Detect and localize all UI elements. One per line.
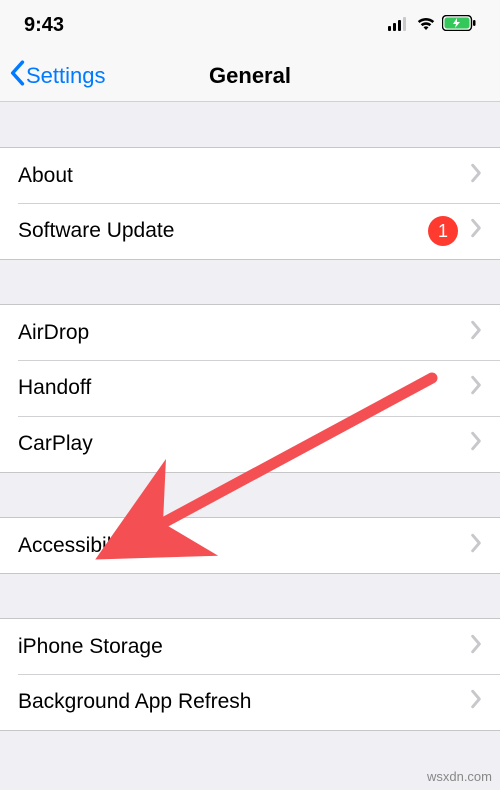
page-title: General [209, 63, 291, 89]
chevron-right-icon [470, 162, 482, 190]
back-button[interactable]: Settings [8, 60, 106, 92]
status-bar: 9:43 [0, 0, 500, 50]
chevron-right-icon [470, 430, 482, 458]
battery-charging-icon [442, 14, 476, 37]
cellular-icon [388, 14, 410, 37]
chevron-right-icon [470, 532, 482, 560]
notification-badge: 1 [428, 216, 458, 246]
cell-airdrop[interactable]: AirDrop [0, 304, 500, 360]
watermark: wsxdn.com [427, 769, 492, 784]
chevron-right-icon [470, 633, 482, 661]
chevron-right-icon [470, 217, 482, 245]
chevron-right-icon [470, 319, 482, 347]
status-time: 9:43 [24, 14, 64, 37]
chevron-left-icon [8, 60, 24, 92]
cell-label: Background App Refresh [18, 690, 470, 714]
cell-iphone-storage[interactable]: iPhone Storage [0, 618, 500, 674]
cell-label: AirDrop [18, 321, 470, 345]
nav-bar: Settings General [0, 50, 500, 102]
cell-label: Handoff [18, 376, 470, 400]
cell-label: CarPlay [18, 432, 470, 456]
cell-handoff[interactable]: Handoff [0, 360, 500, 416]
cell-accessibility[interactable]: Accessibility [0, 517, 500, 573]
back-label: Settings [26, 63, 106, 89]
cell-carplay[interactable]: CarPlay [0, 416, 500, 472]
cell-label: Accessibility [18, 534, 470, 558]
cell-label: About [18, 164, 470, 188]
status-indicators [388, 14, 476, 37]
cell-about[interactable]: About [0, 147, 500, 203]
cell-software-update[interactable]: Software Update1 [0, 203, 500, 259]
chevron-right-icon [470, 688, 482, 716]
cell-label: iPhone Storage [18, 635, 470, 659]
cell-label: Software Update [18, 219, 428, 243]
cell-background-app-refresh[interactable]: Background App Refresh [0, 674, 500, 730]
wifi-icon [416, 14, 436, 37]
chevron-right-icon [470, 374, 482, 402]
